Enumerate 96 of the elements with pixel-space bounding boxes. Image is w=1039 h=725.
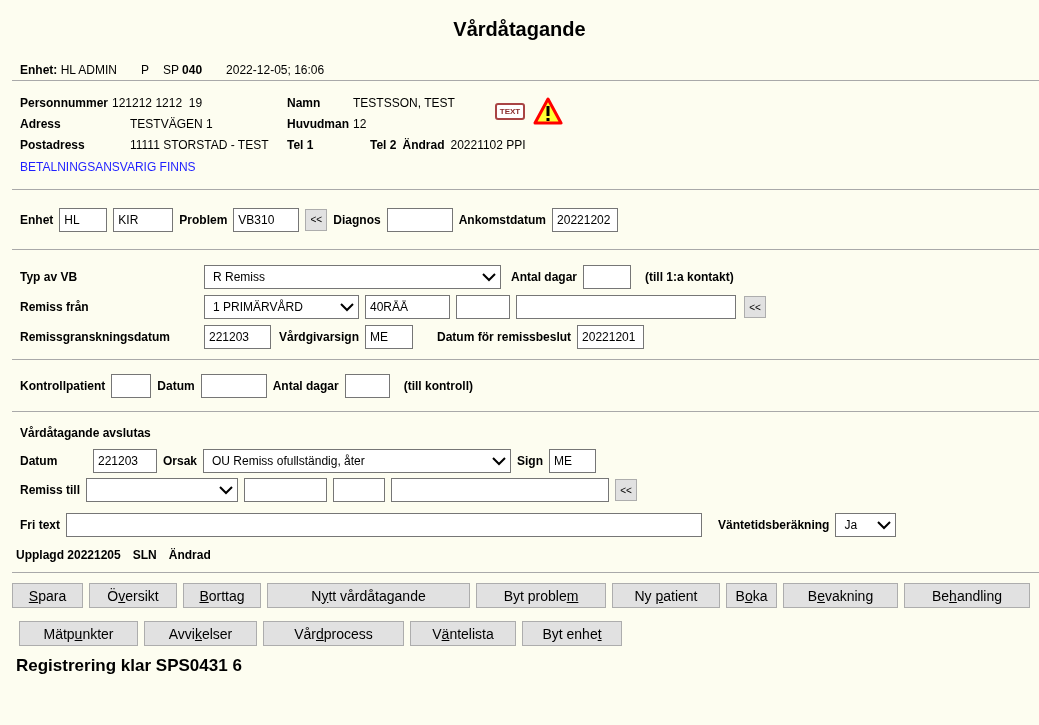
field-label: Ändrad xyxy=(402,137,445,152)
field-label: Diagnos xyxy=(333,212,381,227)
input-field[interactable]: ME xyxy=(549,449,597,473)
input-field[interactable]: 20221202 xyxy=(552,207,619,232)
field-label: Antal dagar xyxy=(272,378,339,393)
hint-text: (till kontroll) xyxy=(403,378,473,393)
input-field[interactable]: 221203 xyxy=(204,325,271,349)
field-label: Kontrollpatient xyxy=(20,378,106,393)
input-field[interactable] xyxy=(344,373,390,398)
field-label: Antal dagar xyxy=(511,270,577,284)
action-button[interactable]: Boka xyxy=(726,583,777,608)
field-label: Namn xyxy=(287,95,322,110)
field-value: 11111 STORSTAD - TEST xyxy=(130,137,270,152)
action-button[interactable]: Bevakning xyxy=(783,583,898,608)
chevron-icon xyxy=(482,272,496,282)
input-field[interactable] xyxy=(200,373,267,398)
field-label: Adress xyxy=(20,116,62,131)
field-label: Postadress xyxy=(20,137,86,152)
field-label: Enhet xyxy=(20,212,54,227)
footer-text: SLN xyxy=(132,548,157,562)
action-button[interactable]: Byt enhet xyxy=(522,621,622,646)
input-field[interactable] xyxy=(66,513,702,537)
field-label: Tel 1 xyxy=(287,137,315,152)
lookup-button[interactable]: << xyxy=(615,479,638,501)
header-text: P xyxy=(140,63,149,77)
input-field[interactable]: 221203 xyxy=(93,449,157,473)
field-label: Orsak xyxy=(163,454,198,468)
field-label: Datum xyxy=(20,454,59,468)
chevron-icon xyxy=(340,302,354,312)
action-button[interactable]: Behandling xyxy=(904,583,1030,608)
input-field[interactable]: 20221201 xyxy=(577,325,645,349)
field-label: Fri text xyxy=(20,518,60,532)
input-field[interactable] xyxy=(111,373,152,398)
dropdown[interactable]: 1 PRIMÄRVÅRD xyxy=(204,295,359,319)
field-label: Vårdgivarsign xyxy=(279,330,360,344)
field-label: Sign xyxy=(517,454,544,468)
field-value: 12 xyxy=(353,116,367,131)
header-text: Enhet: HL ADMIN xyxy=(20,63,117,77)
input-field[interactable] xyxy=(244,478,328,502)
input-field[interactable] xyxy=(583,265,631,289)
dropdown[interactable] xyxy=(86,478,239,502)
status-message: Registrering klar SPS0431 6 xyxy=(15,655,243,676)
field-label: Ankomstdatum xyxy=(458,212,547,227)
page-title: Vårdåtagande xyxy=(452,17,587,42)
action-button[interactable]: Nytt vårdåtagande xyxy=(267,583,470,608)
input-field[interactable]: VB310 xyxy=(233,207,300,232)
action-button[interactable]: Spara xyxy=(12,583,83,608)
field-label: Tel 2 xyxy=(370,137,397,152)
dropdown[interactable]: Ja xyxy=(835,513,897,537)
input-field[interactable] xyxy=(516,295,736,319)
input-field[interactable]: KIR xyxy=(113,207,174,232)
field-value: TESTVÄGEN 1 xyxy=(130,116,214,131)
action-button[interactable]: Borttag xyxy=(183,583,261,608)
action-button[interactable]: Översikt xyxy=(89,583,177,608)
action-button[interactable]: Ny patient xyxy=(612,583,720,608)
header-text: 2022-12-05; 16:06 xyxy=(226,63,325,77)
input-field[interactable]: 40RÅÅ xyxy=(365,295,450,319)
notice-text: BETALNINGSANSVARIG FINNS xyxy=(20,160,196,174)
field-label: Personnummer xyxy=(20,95,110,110)
input-field[interactable] xyxy=(333,478,386,502)
action-button[interactable]: Avvikelser xyxy=(144,621,257,646)
field-label: Väntetidsberäkning xyxy=(718,518,830,532)
chevron-icon xyxy=(877,520,892,530)
field-value: TESTSSON, TEST xyxy=(353,95,455,110)
field-label: Datum xyxy=(157,378,195,393)
input-field[interactable] xyxy=(386,207,453,232)
footer-text: Upplagd 20221205 xyxy=(16,548,121,562)
input-field[interactable]: ME xyxy=(365,325,414,349)
action-button[interactable]: Väntelista xyxy=(410,621,516,646)
hint-text: (till 1:a kontakt) xyxy=(645,270,734,284)
chevron-icon xyxy=(219,485,234,495)
lookup-button[interactable]: << xyxy=(744,296,766,318)
field-label: Huvudman xyxy=(287,116,350,131)
action-button[interactable]: Byt problem xyxy=(476,583,606,608)
field-label: Typ av VB xyxy=(20,270,79,284)
field-value: 121212 1212 19 xyxy=(112,95,204,110)
field-label: Datum för remissbeslut xyxy=(437,330,572,344)
warning-icon xyxy=(533,97,564,125)
field-label: Remiss till xyxy=(20,483,81,497)
field-label: Remiss från xyxy=(20,300,90,314)
action-button[interactable]: Mätpunkter xyxy=(19,621,138,646)
text-badge: TEXT xyxy=(494,102,526,120)
footer-text: Ändrad xyxy=(168,548,211,562)
field-label: Remissgranskningsdatum xyxy=(20,330,172,344)
dropdown[interactable]: R Remiss xyxy=(204,265,501,289)
input-field[interactable]: HL xyxy=(59,207,108,232)
section-heading: Vårdåtagande avslutas xyxy=(19,425,152,442)
field-value: 20221102 PPI xyxy=(450,137,526,152)
lookup-button[interactable]: << xyxy=(305,208,328,231)
input-field[interactable] xyxy=(456,295,510,319)
action-button[interactable]: Vårdprocess xyxy=(263,621,404,646)
field-label: Problem xyxy=(179,212,228,227)
dropdown[interactable]: OU Remiss ofullständig, åter xyxy=(203,449,512,473)
input-field[interactable] xyxy=(391,478,610,502)
chevron-icon xyxy=(492,456,507,466)
header-text: SP 040 xyxy=(162,63,203,77)
